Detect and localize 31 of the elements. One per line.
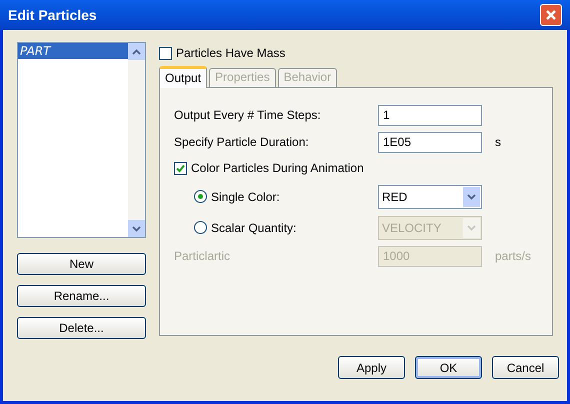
field-label: Particlartic — [174, 248, 232, 265]
checkbox-label: Particles Have Mass — [176, 45, 286, 62]
list-item[interactable]: PART — [18, 43, 128, 59]
close-button[interactable] — [540, 4, 562, 26]
close-icon — [545, 9, 557, 21]
tab[interactable]: Output — [159, 66, 208, 88]
checkbox[interactable] — [159, 46, 172, 60]
unit-label: parts/s — [495, 248, 532, 265]
unit-label: s — [495, 134, 501, 151]
cancel-button[interactable]: Cancel — [492, 356, 559, 379]
scroll-up-icon[interactable] — [128, 43, 145, 60]
dropdown[interactable]: RED — [378, 184, 482, 208]
checkbox[interactable] — [174, 162, 187, 174]
rename-button[interactable]: Rename... — [17, 285, 146, 307]
input-field[interactable]: 1 — [378, 104, 482, 126]
field-label: Output Every # Time Steps: — [174, 107, 322, 124]
radio-label: Single Color: — [211, 188, 280, 206]
checkbox-label: Color Particles During Animation — [191, 160, 364, 177]
window-title: Edit Particles — [8, 6, 97, 24]
scroll-down-icon[interactable] — [128, 220, 145, 237]
new-button[interactable]: New — [17, 253, 146, 275]
radio-label: Scalar Quantity: — [211, 220, 296, 236]
field-label: Specify Particle Duration: — [174, 134, 310, 151]
radio-button[interactable] — [194, 190, 207, 203]
input-field[interactable]: 1E05 — [378, 132, 482, 152]
apply-button[interactable]: Apply — [338, 356, 405, 379]
scrollbar[interactable] — [128, 43, 145, 237]
ok-button[interactable]: OK — [415, 356, 482, 379]
dropdown-value: VELOCITY — [381, 220, 442, 236]
dropdown-value: RED — [381, 188, 408, 206]
delete-button[interactable]: Delete... — [17, 317, 146, 339]
